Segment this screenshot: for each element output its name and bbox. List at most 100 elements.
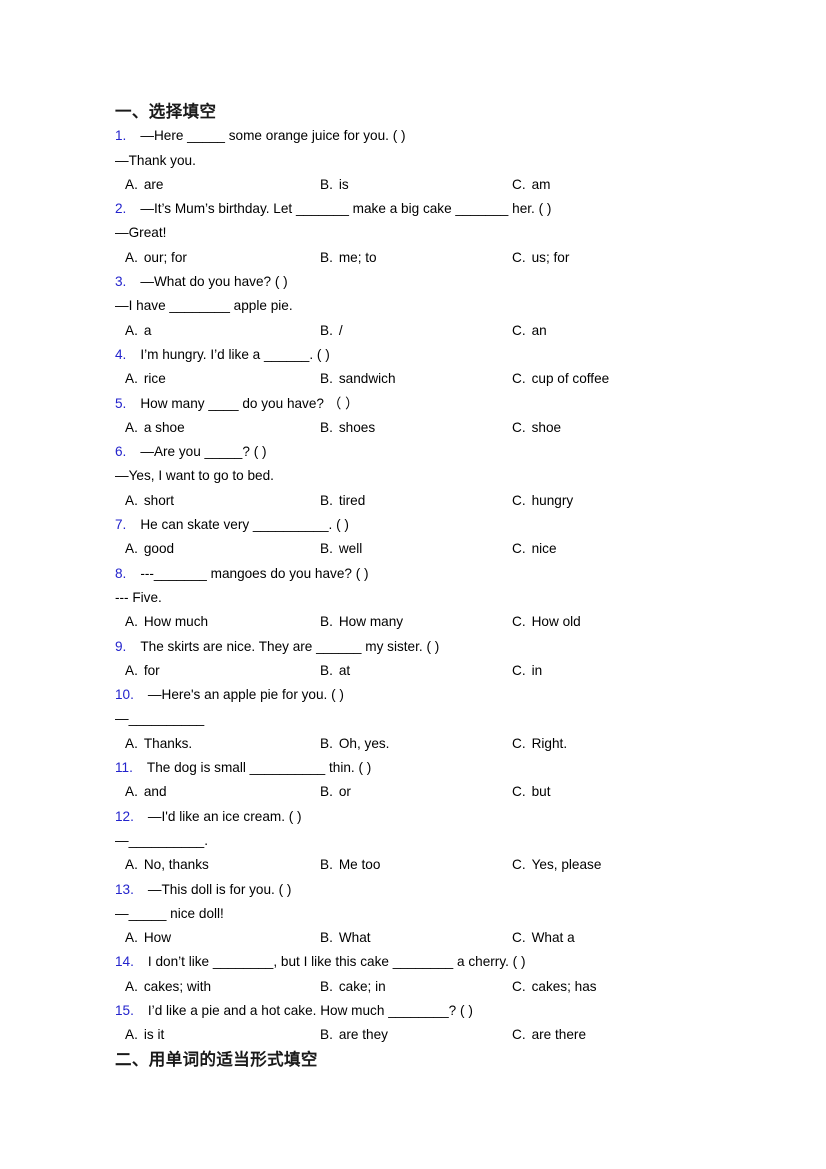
- question-9-option-a[interactable]: A. for: [125, 659, 160, 683]
- question-stem-text: I’d like a pie and a hot cake. How much …: [147, 1002, 473, 1018]
- question-stem-text: —Here _____ some orange juice for you. (…: [140, 128, 406, 144]
- question-6-option-c[interactable]: C. hungry: [512, 489, 573, 513]
- option-a-text: a: [143, 322, 152, 338]
- option-b-letter: B.: [320, 614, 333, 630]
- option-a-letter: A.: [125, 614, 138, 630]
- option-c-text: but: [531, 784, 551, 800]
- question-number: 13.: [115, 881, 134, 897]
- question-10-option-b[interactable]: B. Oh, yes.: [320, 732, 389, 756]
- question-14-option-a[interactable]: A. cakes; with: [125, 975, 211, 999]
- question-block-13: 13. —This doll is for you. ( ) —_____ nic…: [115, 878, 731, 951]
- option-c-text: in: [531, 662, 543, 678]
- question-options-row: A. Thanks. B. Oh, yes. C. Right.: [115, 732, 731, 756]
- question-continuation-line: —Great!: [115, 225, 167, 241]
- question-2-option-c[interactable]: C. us; for: [512, 246, 569, 270]
- question-options-row: A. good B. well C. nice: [115, 537, 731, 561]
- question-stem-line: 13. —This doll is for you. ( ): [115, 878, 731, 902]
- question-11-option-b[interactable]: B. or: [320, 780, 351, 804]
- question-2-option-a[interactable]: A. our; for: [125, 246, 187, 270]
- question-stem-line: 11. The dog is small __________ thin. ( ): [115, 756, 731, 780]
- option-c-letter: C.: [512, 249, 526, 265]
- question-number: 12.: [115, 808, 134, 824]
- question-4-option-b[interactable]: B. sandwich: [320, 367, 396, 391]
- question-12-option-c[interactable]: C. Yes, please: [512, 853, 601, 877]
- section-heading-one: 一、选择填空: [115, 102, 217, 121]
- question-12-option-a[interactable]: A. No, thanks: [125, 853, 209, 877]
- question-11-option-c[interactable]: C. but: [512, 780, 551, 804]
- question-5-option-a[interactable]: A. a shoe: [125, 416, 185, 440]
- option-c-text: cup of coffee: [531, 371, 610, 387]
- question-8-option-c[interactable]: C. How old: [512, 610, 581, 634]
- question-14-option-b[interactable]: B. cake; in: [320, 975, 386, 999]
- question-1-option-a[interactable]: A. are: [125, 173, 164, 197]
- option-b-letter: B.: [320, 322, 333, 338]
- question-block-12: 12. —I'd like an ice cream. ( ) —________…: [115, 805, 731, 878]
- question-5-option-b[interactable]: B. shoes: [320, 416, 375, 440]
- question-number: 4.: [115, 346, 127, 362]
- question-1-option-b[interactable]: B. is: [320, 173, 349, 197]
- question-7-option-a[interactable]: A. good: [125, 537, 174, 561]
- question-5-option-c[interactable]: C. shoe: [512, 416, 561, 440]
- question-2-option-b[interactable]: B. me; to: [320, 246, 377, 270]
- option-c-letter: C.: [512, 322, 526, 338]
- question-stem-line: 3. —What do you have? ( ): [115, 270, 731, 294]
- option-a-letter: A.: [125, 735, 138, 751]
- question-4-option-c[interactable]: C. cup of coffee: [512, 367, 609, 391]
- question-stem-text: I don’t like ________, but I like this c…: [147, 954, 526, 970]
- option-b-letter: B.: [320, 541, 333, 557]
- question-stem-line: 6. —Are you _____? ( ): [115, 440, 731, 464]
- question-11-option-a[interactable]: A. and: [125, 780, 167, 804]
- question-block-10: 10. —Here's an apple pie for you. ( ) —__…: [115, 683, 731, 756]
- question-stem-line: 5. How many ____ do you have? （ ）: [115, 392, 731, 416]
- option-a-text: is it: [143, 1027, 165, 1043]
- question-3-option-c[interactable]: C. an: [512, 319, 547, 343]
- option-b-text: or: [338, 784, 351, 800]
- option-c-text: What a: [531, 930, 575, 946]
- question-continuation-line: —I have ________ apple pie.: [115, 298, 293, 314]
- option-b-text: Oh, yes.: [338, 735, 390, 751]
- question-9-option-c[interactable]: C. in: [512, 659, 542, 683]
- question-number: 10.: [115, 687, 134, 703]
- option-b-text: is: [338, 176, 349, 192]
- option-c-letter: C.: [512, 614, 526, 630]
- question-15-option-c[interactable]: C. are there: [512, 1023, 586, 1047]
- question-6-option-a[interactable]: A. short: [125, 489, 174, 513]
- question-block-14: 14. I don’t like ________, but I like thi…: [115, 950, 731, 999]
- question-13-option-b[interactable]: B. What: [320, 926, 371, 950]
- question-12-option-b[interactable]: B. Me too: [320, 853, 380, 877]
- question-3-option-b[interactable]: B. /: [320, 319, 343, 343]
- option-c-text: an: [531, 322, 547, 338]
- question-10-option-c[interactable]: C. Right.: [512, 732, 567, 756]
- option-a-text: are: [143, 176, 164, 192]
- question-number: 3.: [115, 274, 127, 290]
- question-7-option-b[interactable]: B. well: [320, 537, 362, 561]
- question-stem-line: 10. —Here's an apple pie for you. ( ): [115, 683, 731, 707]
- question-stem-line: 12. —I'd like an ice cream. ( ): [115, 805, 731, 829]
- option-a-text: for: [143, 662, 160, 678]
- question-15-option-a[interactable]: A. is it: [125, 1023, 164, 1047]
- question-options-row: A. How B. What C. What a: [115, 926, 731, 950]
- question-14-option-c[interactable]: C. cakes; has: [512, 975, 597, 999]
- option-c-text: Yes, please: [531, 857, 602, 873]
- question-8-option-a[interactable]: A. How much: [125, 610, 208, 634]
- option-b-letter: B.: [320, 735, 333, 751]
- question-number: 1.: [115, 128, 127, 144]
- question-13-option-a[interactable]: A. How: [125, 926, 171, 950]
- option-c-text: us; for: [531, 249, 570, 265]
- question-15-option-b[interactable]: B. are they: [320, 1023, 388, 1047]
- question-13-option-c[interactable]: C. What a: [512, 926, 575, 950]
- option-a-text: rice: [143, 371, 166, 387]
- question-stem-line: 9. The skirts are nice. They are ______ m…: [115, 635, 731, 659]
- question-4-option-a[interactable]: A. rice: [125, 367, 166, 391]
- question-8-option-b[interactable]: B. How many: [320, 610, 403, 634]
- question-stem-text: —Here's an apple pie for you. ( ): [147, 687, 344, 703]
- option-c-letter: C.: [512, 176, 526, 192]
- question-3-option-a[interactable]: A. a: [125, 319, 151, 343]
- question-7-option-c[interactable]: C. nice: [512, 537, 557, 561]
- question-1-option-c[interactable]: C. am: [512, 173, 550, 197]
- question-stem-text: The dog is small __________ thin. ( ): [146, 760, 372, 776]
- question-block-15: 15. I’d like a pie and a hot cake. How mu…: [115, 999, 731, 1048]
- question-6-option-b[interactable]: B. tired: [320, 489, 365, 513]
- question-10-option-a[interactable]: A. Thanks.: [125, 732, 192, 756]
- question-9-option-b[interactable]: B. at: [320, 659, 350, 683]
